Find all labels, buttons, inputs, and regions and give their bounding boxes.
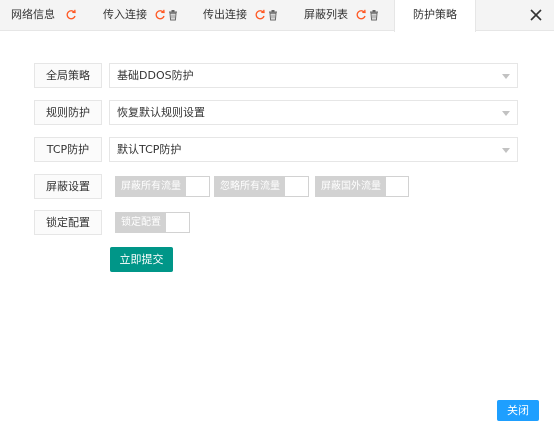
tcp-protection-row: TCP防护 默认TCP防护 <box>34 137 518 162</box>
tab-label: 传出连接 <box>203 8 247 21</box>
chevron-down-icon <box>502 111 510 116</box>
global-policy-label: 全局策略 <box>34 63 102 88</box>
tcp-protection-select[interactable]: 默认TCP防护 <box>109 137 518 162</box>
tab-block-list[interactable]: 屏蔽列表 <box>304 0 378 31</box>
tab-label: 传入连接 <box>103 8 147 21</box>
chevron-down-icon <box>502 148 510 153</box>
tab-label: 网络信息 <box>11 8 55 21</box>
tab-label: 防护策略 <box>413 8 457 21</box>
block-foreign-traffic-switch[interactable]: 屏蔽国外流量 <box>315 176 409 197</box>
switch-label: 忽略所有流量 <box>215 177 285 196</box>
tab-incoming-connections[interactable]: 传入连接 <box>103 0 177 31</box>
trash-icon[interactable] <box>267 9 279 21</box>
refresh-icon[interactable] <box>355 9 367 21</box>
global-policy-select[interactable]: 基础DDOS防护 <box>109 63 518 88</box>
tcp-protection-label: TCP防护 <box>34 137 102 162</box>
refresh-icon[interactable] <box>65 9 77 21</box>
global-policy-row: 全局策略 基础DDOS防护 <box>34 63 518 88</box>
lock-config-switch[interactable]: 锁定配置 <box>115 212 190 233</box>
trash-icon[interactable] <box>368 9 380 21</box>
submit-button[interactable]: 立即提交 <box>110 247 173 272</box>
rule-protection-row: 规则防护 恢复默认规则设置 <box>34 100 518 125</box>
global-policy-value: 基础DDOS防护 <box>117 69 194 82</box>
lock-config-row: 锁定配置 锁定配置 <box>34 210 518 235</box>
block-all-traffic-switch[interactable]: 屏蔽所有流量 <box>115 176 210 197</box>
lock-config-label: 锁定配置 <box>34 210 102 235</box>
tab-bar: 网络信息 传入连接 传出连接 屏蔽列表 防护策略 <box>0 0 554 32</box>
tab-protection-policy[interactable]: 防护策略 <box>394 0 476 32</box>
close-button[interactable]: 关闭 <box>497 400 539 421</box>
chevron-down-icon <box>502 74 510 79</box>
tab-network-info[interactable]: 网络信息 <box>11 0 76 31</box>
switch-label: 屏蔽所有流量 <box>116 177 186 196</box>
refresh-icon[interactable] <box>254 9 266 21</box>
tcp-protection-value: 默认TCP防护 <box>117 143 182 156</box>
rule-protection-select[interactable]: 恢复默认规则设置 <box>109 100 518 125</box>
close-icon[interactable] <box>526 5 546 25</box>
refresh-icon[interactable] <box>154 9 166 21</box>
tab-label: 屏蔽列表 <box>304 8 348 21</box>
switch-label: 屏蔽国外流量 <box>316 177 386 196</box>
block-settings-row: 屏蔽设置 屏蔽所有流量 忽略所有流量 屏蔽国外流量 <box>34 174 518 199</box>
switch-label: 锁定配置 <box>116 213 166 232</box>
ignore-all-traffic-switch[interactable]: 忽略所有流量 <box>214 176 309 197</box>
trash-icon[interactable] <box>167 9 179 21</box>
rule-protection-label: 规则防护 <box>34 100 102 125</box>
block-settings-label: 屏蔽设置 <box>34 174 102 199</box>
tab-outgoing-connections[interactable]: 传出连接 <box>203 0 277 31</box>
rule-protection-value: 恢复默认规则设置 <box>117 106 205 119</box>
